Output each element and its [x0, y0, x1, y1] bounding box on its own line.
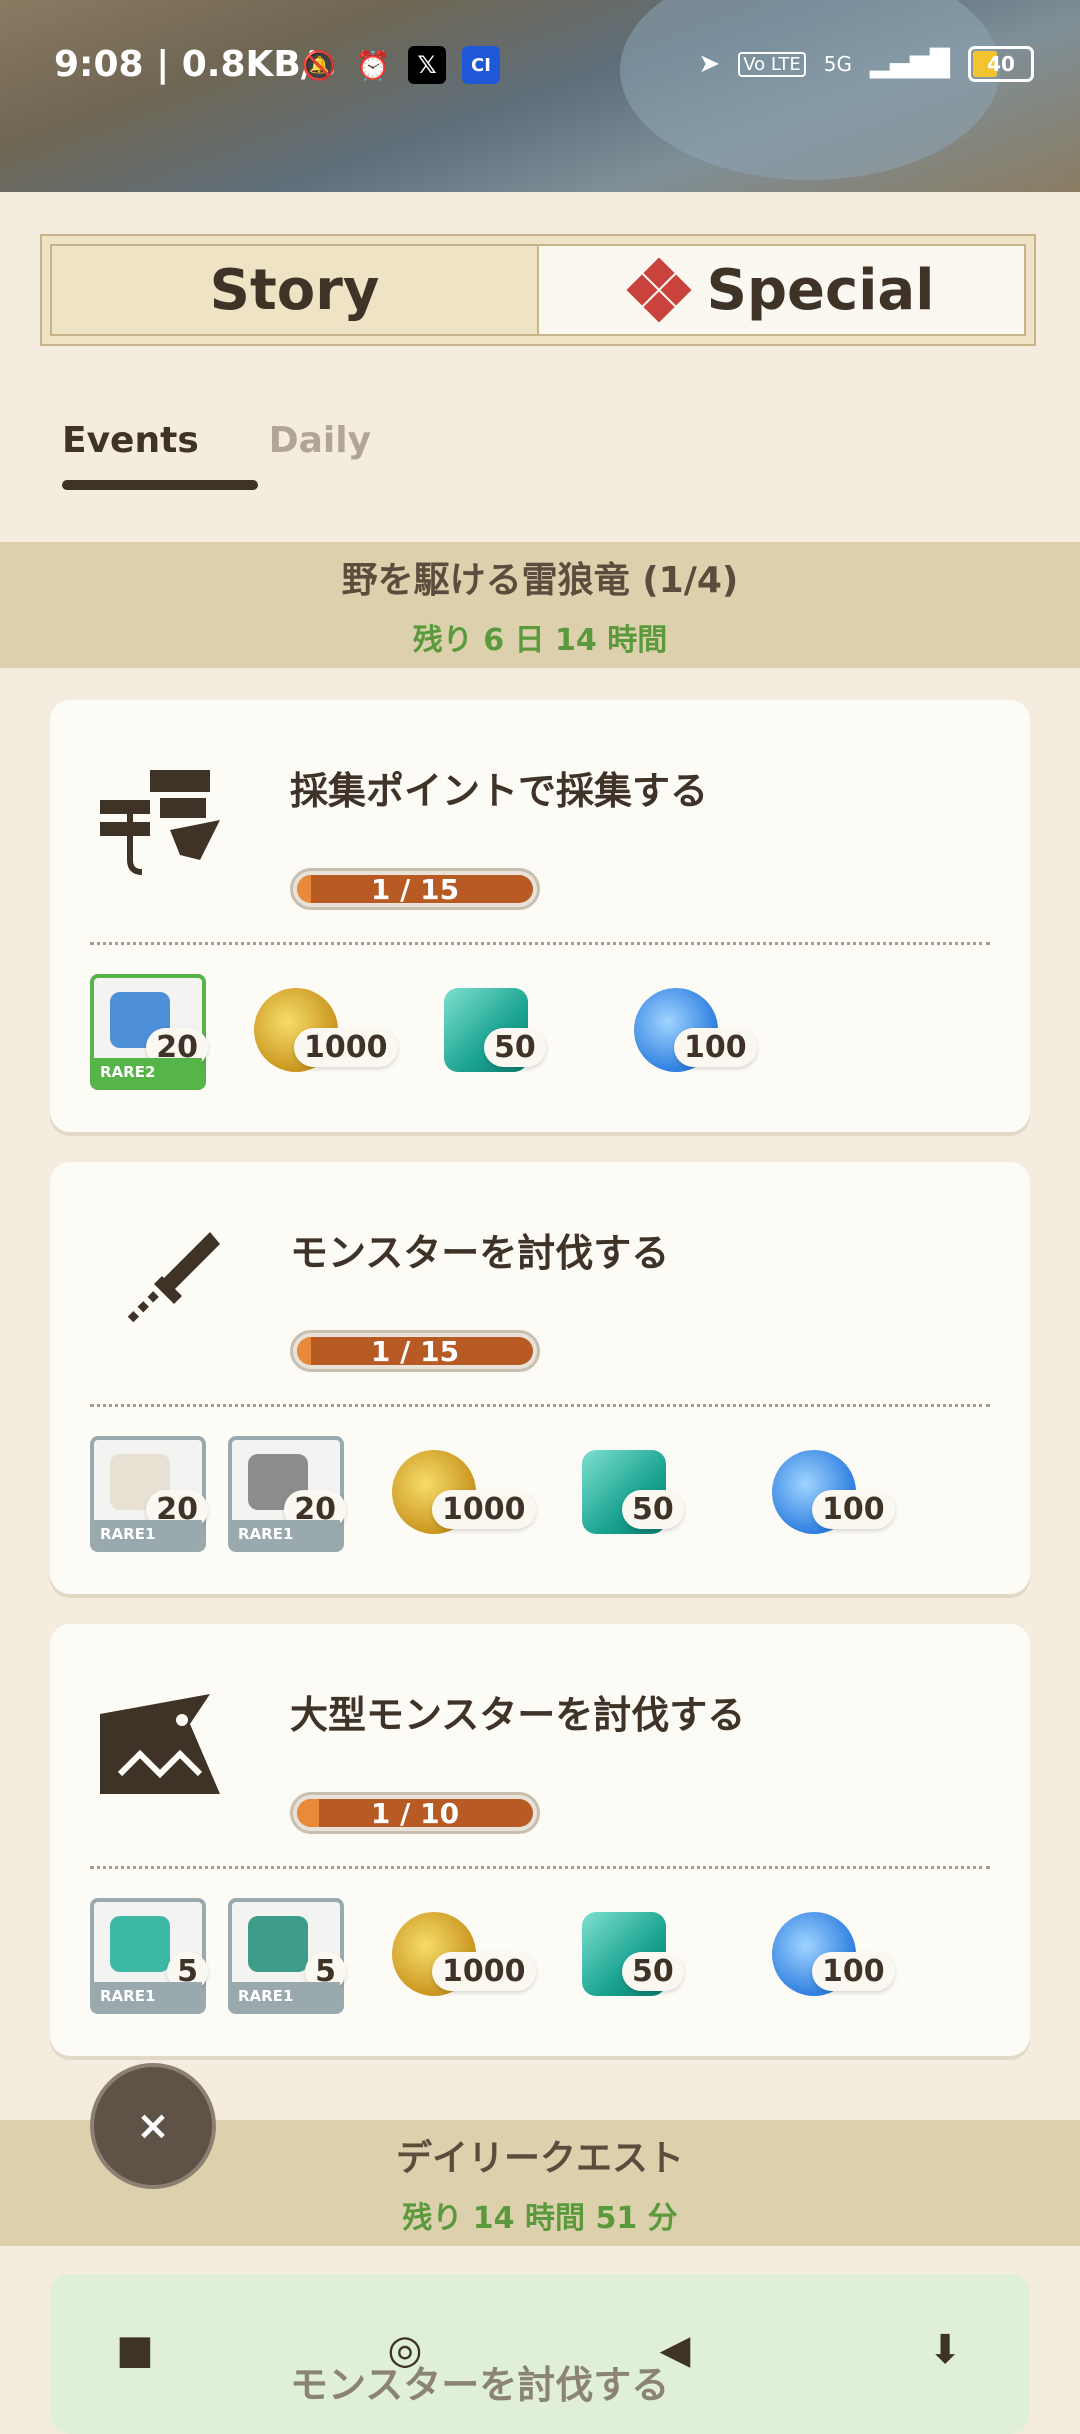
reward-blue-orb[interactable]: 100 — [772, 1450, 895, 1538]
reward-qty: 100 — [674, 1028, 757, 1067]
rarity-label: RARE1 — [94, 1520, 202, 1548]
battery-level: 40 — [987, 52, 1015, 76]
reward-qty: 50 — [622, 1490, 684, 1529]
quest-progress-text: 1 / 15 — [370, 1334, 460, 1368]
quest-progress-text: 1 / 10 — [370, 1796, 460, 1830]
quest-progress-bar: 1 / 15 — [290, 868, 540, 910]
ci-app-icon: CI — [462, 46, 500, 84]
close-button[interactable]: × — [90, 2063, 216, 2189]
volte-label: Vo LTE — [738, 51, 806, 77]
reward-item[interactable]: 5 RARE1 — [90, 1898, 208, 2014]
tab-daily-label: Daily — [268, 420, 372, 461]
reward-row: 20 RARE2 1000 50 100 — [90, 974, 782, 1090]
teal-scale-icon — [248, 1916, 308, 1972]
reward-gold-coin[interactable]: 1000 — [392, 1450, 536, 1538]
sub-tabs: Events Daily — [62, 420, 371, 487]
quest-progress-bar: 1 / 10 — [290, 1792, 540, 1834]
reward-green-gem[interactable]: 50 — [582, 1450, 684, 1538]
quest-card[interactable]: モンスターを討伐する 1 / 15 20 RARE1 20 RARE1 1000… — [50, 1162, 1030, 1594]
teal-fang-icon — [110, 1916, 170, 1972]
signal-icon: ▂▄▆█ — [870, 49, 950, 79]
reward-row: 20 RARE1 20 RARE1 1000 50 100 — [90, 1436, 920, 1552]
mute-bell-icon: 🔕 — [301, 48, 337, 82]
rarity-label: RARE1 — [94, 1982, 202, 2010]
story-tab-label: Story — [209, 257, 380, 323]
reward-gold-coin[interactable]: 1000 — [254, 988, 398, 1076]
status-icons: 🔕 ⏰ 𝕏 CI — [300, 46, 500, 84]
back-button[interactable]: ◀ — [645, 2320, 705, 2380]
reward-item[interactable]: 5 RARE1 — [228, 1898, 346, 2014]
status-bar: 9:08 | 0.8KB/s 🔕 ⏰ 𝕏 CI ➤ Vo LTE 5G ▂▄▆█… — [0, 0, 1080, 192]
x-app-icon: 𝕏 — [408, 46, 446, 84]
tab-events[interactable]: Events — [62, 420, 199, 487]
status-right: ➤ Vo LTE 5G ▂▄▆█ 40 — [698, 46, 1034, 82]
network-label: 5G — [823, 52, 853, 76]
quest-card[interactable]: 大型モンスターを討伐する 1 / 10 5 RARE1 5 RARE1 1000… — [50, 1624, 1030, 2056]
reward-item[interactable]: 20 RARE1 — [90, 1436, 208, 1552]
active-tab-indicator — [62, 480, 258, 490]
system-nav-bar: ■ ◎ ◀ ⬇ — [0, 2300, 1080, 2400]
tab-events-label: Events — [62, 420, 199, 461]
reward-green-gem[interactable]: 50 — [582, 1912, 684, 2000]
story-tab[interactable]: Story — [52, 246, 537, 334]
reward-qty: 50 — [484, 1028, 546, 1067]
event-time-left: 残り 6 日 14 時間 — [412, 623, 668, 658]
gathering-icon — [100, 770, 220, 875]
quest-title: モンスターを討伐する — [290, 1231, 670, 1275]
rarity-label: RARE1 — [232, 1520, 340, 1548]
reward-blue-orb[interactable]: 100 — [772, 1912, 895, 2000]
event-section-header: 野を駆ける雷狼竜 (1/4) 残り 6 日 14 時間 — [0, 542, 1080, 668]
location-icon: ➤ — [698, 49, 721, 79]
quest-title: 採集ポイントで採集する — [290, 769, 709, 813]
rarity-label: RARE1 — [232, 1982, 340, 2010]
divider — [90, 1866, 990, 1869]
reward-qty: 1000 — [432, 1952, 536, 1991]
background-art — [620, 0, 1000, 180]
special-emblem-icon — [626, 257, 692, 323]
reward-row: 5 RARE1 5 RARE1 1000 50 100 — [90, 1898, 920, 2014]
quest-progress-bar: 1 / 15 — [290, 1330, 540, 1372]
battery-icon: 40 — [968, 46, 1034, 82]
tab-daily[interactable]: Daily — [269, 420, 371, 487]
status-time: 9:08 | 0.8KB/s — [54, 44, 336, 85]
special-tab-label: Special — [706, 257, 935, 323]
quest-progress-text: 1 / 15 — [370, 872, 460, 906]
special-tab[interactable]: Special — [537, 246, 1024, 334]
divider — [90, 942, 990, 945]
reward-qty: 1000 — [432, 1490, 536, 1529]
assist-button[interactable]: ⬇ — [915, 2320, 975, 2380]
daily-title: デイリークエスト — [395, 2138, 684, 2179]
recents-button[interactable]: ■ — [105, 2320, 165, 2380]
reward-qty: 50 — [622, 1952, 684, 1991]
alarm-icon: ⏰ — [355, 48, 391, 82]
reward-green-gem[interactable]: 50 — [444, 988, 546, 1076]
reward-qty: 100 — [812, 1952, 895, 1991]
daily-time-left: 残り 14 時間 51 分 — [402, 2201, 678, 2236]
reward-item[interactable]: 20 RARE1 — [228, 1436, 346, 1552]
divider — [90, 1404, 990, 1407]
quest-card[interactable]: 採集ポイントで採集する 1 / 15 20 RARE2 1000 50 100 — [50, 700, 1030, 1132]
mode-toggle: Story Special — [40, 234, 1036, 346]
reward-qty: 100 — [812, 1490, 895, 1529]
reward-qty: 1000 — [294, 1028, 398, 1067]
home-button[interactable]: ◎ — [375, 2320, 435, 2380]
sword-icon — [127, 1232, 220, 1323]
reward-gold-coin[interactable]: 1000 — [392, 1912, 536, 2000]
large-monster-icon — [100, 1694, 220, 1794]
reward-blue-orb[interactable]: 100 — [634, 988, 757, 1076]
quest-title: 大型モンスターを討伐する — [290, 1693, 746, 1737]
rarity-label: RARE2 — [94, 1058, 202, 1086]
event-title: 野を駆ける雷狼竜 (1/4) — [341, 560, 739, 601]
reward-item[interactable]: 20 RARE2 — [90, 974, 208, 1090]
